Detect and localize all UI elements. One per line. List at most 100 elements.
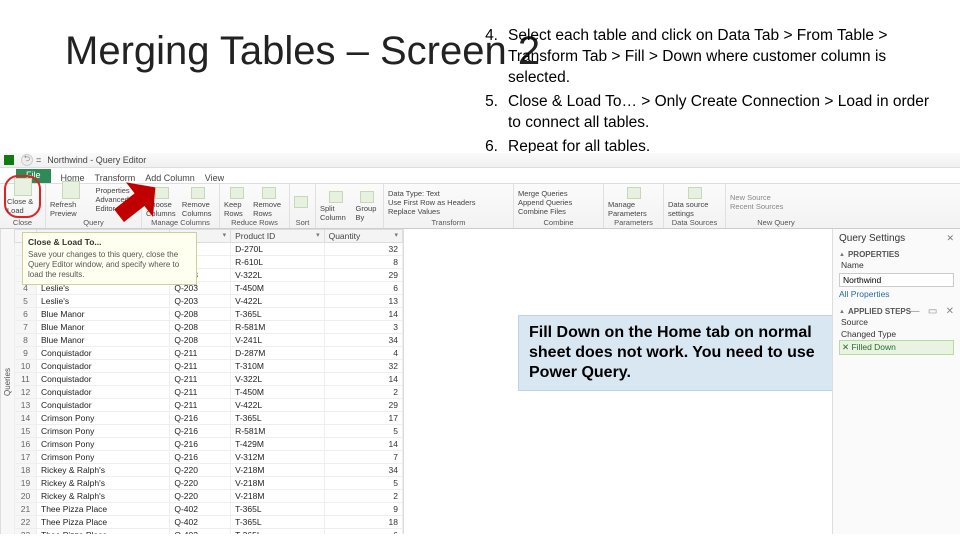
table-row[interactable]: 23 Thee Pizza Place Q-402 T-365L 6 (15, 529, 403, 535)
name-field[interactable]: Northwind (839, 273, 954, 287)
cell-product: D-270L (231, 243, 324, 256)
table-row[interactable]: 14 Crimson Pony Q-216 T-365L 17 (15, 412, 403, 425)
group-sort: Sort (290, 184, 316, 228)
cell-customer: Crimson Pony (37, 451, 170, 464)
table-row[interactable]: 20 Rickey & Ralph's Q-220 V-218M 2 (15, 490, 403, 503)
datasource-icon (688, 187, 702, 199)
cell-order: Q-220 (170, 490, 231, 503)
row-number: 14 (15, 412, 37, 425)
cell-order: Q-216 (170, 438, 231, 451)
row-number: 21 (15, 503, 37, 516)
remove-cols-icon (191, 187, 205, 199)
cell-qty: 2 (324, 386, 402, 399)
groupby-button[interactable]: Group By (356, 191, 379, 222)
refresh-label: Refresh Preview (50, 200, 92, 218)
table-row[interactable]: 7 Blue Manor Q-208 R-581M 3 (15, 321, 403, 334)
cell-order: Q-402 (170, 516, 231, 529)
sort-icon (294, 196, 308, 208)
cell-product: V-241L (231, 334, 324, 347)
cell-qty: 5 (324, 425, 402, 438)
datatype-button[interactable]: Data Type: Text (388, 189, 476, 198)
cell-product: R-581M (231, 425, 324, 438)
cell-qty: 3 (324, 321, 402, 334)
remove-cols-button[interactable]: Remove Columns (182, 187, 215, 218)
cell-customer: Crimson Pony (37, 425, 170, 438)
row-number: 15 (15, 425, 37, 438)
col-product[interactable]: Product ID▾ (231, 230, 324, 243)
newsource-button[interactable]: New Source (730, 193, 783, 202)
table-row[interactable]: 11 Conquistador Q-211 V-322L 14 (15, 373, 403, 386)
group-params: Manage Parameters Parameters (604, 184, 664, 228)
combinefiles-button[interactable]: Combine Files (518, 207, 572, 216)
col-qty[interactable]: Quantity▾ (324, 230, 402, 243)
window-controls[interactable]: — ▭ ✕ (910, 306, 955, 317)
cell-customer: Leslie's (37, 295, 170, 308)
table-row[interactable]: 10 Conquistador Q-211 T-310M 32 (15, 360, 403, 373)
table-row[interactable]: 18 Rickey & Ralph's Q-220 V-218M 34 (15, 464, 403, 477)
table-row[interactable]: 22 Thee Pizza Place Q-402 T-365L 18 (15, 516, 403, 529)
row-number: 16 (15, 438, 37, 451)
applied-step[interactable]: Changed Type (839, 328, 954, 340)
keep-rows-label: Keep Rows (224, 200, 249, 218)
remove-rows-button[interactable]: Remove Rows (253, 187, 285, 218)
groupby-icon (360, 191, 374, 203)
section-properties[interactable]: PROPERTIES (839, 250, 954, 259)
cell-customer: Thee Pizza Place (37, 516, 170, 529)
firstrow-button[interactable]: Use First Row as Headers (388, 198, 476, 207)
dropdown-icon[interactable]: ▾ (394, 231, 398, 239)
close-icon[interactable]: ✕ (946, 233, 954, 244)
table-row[interactable]: 5 Leslie's Q-203 V-422L 13 (15, 295, 403, 308)
group-reduce-label: Reduce Rows (224, 218, 285, 227)
refresh-button[interactable]: Refresh Preview (50, 181, 92, 218)
cell-customer: Blue Manor (37, 334, 170, 347)
table-row[interactable]: 12 Conquistador Q-211 T-450M 2 (15, 386, 403, 399)
table-row[interactable]: 21 Thee Pizza Place Q-402 T-365L 9 (15, 503, 403, 516)
split-col-button[interactable]: Split Column (320, 191, 352, 222)
table-row[interactable]: 13 Conquistador Q-211 V-422L 29 (15, 399, 403, 412)
dropdown-icon[interactable]: ▾ (223, 231, 227, 239)
cell-qty: 6 (324, 282, 402, 295)
cell-product: T-365L (231, 412, 324, 425)
cell-customer: Rickey & Ralph's (37, 477, 170, 490)
row-number: 5 (15, 295, 37, 308)
append-button[interactable]: Append Queries (518, 198, 572, 207)
cell-customer: Conquistador (37, 347, 170, 360)
close-load-button[interactable]: Close & Load (7, 178, 38, 215)
keep-rows-button[interactable]: Keep Rows (224, 187, 249, 218)
cell-order: Q-208 (170, 321, 231, 334)
cell-customer: Blue Manor (37, 308, 170, 321)
group-close: Close & Load Close (0, 184, 46, 228)
cell-qty: 34 (324, 334, 402, 347)
table-row[interactable]: 17 Crimson Pony Q-216 V-312M 7 (15, 451, 403, 464)
row-number: 12 (15, 386, 37, 399)
table-row[interactable]: 8 Blue Manor Q-208 V-241L 34 (15, 334, 403, 347)
cell-product: T-310M (231, 360, 324, 373)
table-row[interactable]: 6 Blue Manor Q-208 T-365L 14 (15, 308, 403, 321)
cell-qty: 17 (324, 412, 402, 425)
sort-button[interactable] (294, 196, 308, 208)
cell-order: Q-216 (170, 425, 231, 438)
merge-button[interactable]: Merge Queries (518, 189, 572, 198)
cell-customer: Blue Manor (37, 321, 170, 334)
applied-step[interactable]: ✕ Filled Down (839, 340, 954, 355)
cell-product: V-322L (231, 373, 324, 386)
manage-params-button[interactable]: Manage Parameters (608, 187, 659, 218)
applied-step[interactable]: Source (839, 316, 954, 328)
datasource-button[interactable]: Data source settings (668, 187, 721, 218)
tab-addcolumn[interactable]: Add Column (145, 173, 195, 183)
queries-pane-tab[interactable]: Queries (0, 229, 14, 534)
tab-view[interactable]: View (205, 173, 224, 183)
dropdown-icon[interactable]: ▾ (316, 231, 320, 239)
combine-subbuttons: Merge Queries Append Queries Combine Fil… (518, 189, 572, 216)
split-label: Split Column (320, 204, 352, 222)
all-properties-link[interactable]: All Properties (839, 289, 954, 299)
cell-product: V-322L (231, 269, 324, 282)
table-row[interactable]: 16 Crimson Pony Q-216 T-429M 14 (15, 438, 403, 451)
undo-icon[interactable]: ⮌ (21, 154, 33, 166)
table-row[interactable]: 19 Rickey & Ralph's Q-220 V-218M 5 (15, 477, 403, 490)
table-row[interactable]: 9 Conquistador Q-211 D-287M 4 (15, 347, 403, 360)
replace-button[interactable]: Replace Values (388, 207, 476, 216)
cell-product: T-450M (231, 282, 324, 295)
table-row[interactable]: 15 Crimson Pony Q-216 R-581M 5 (15, 425, 403, 438)
recentsource-button[interactable]: Recent Sources (730, 202, 783, 211)
